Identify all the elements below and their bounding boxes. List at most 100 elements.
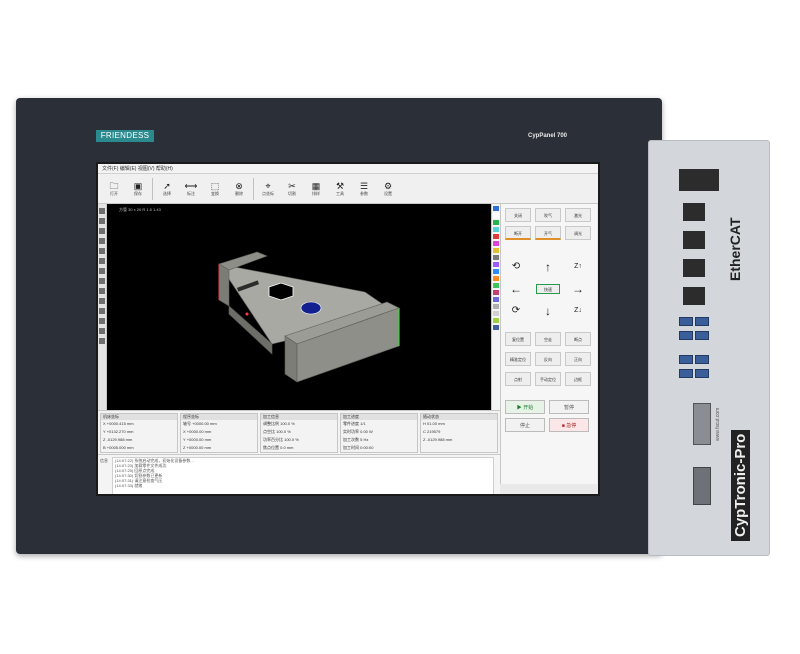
layer-color-swatch[interactable] xyxy=(493,234,499,239)
dimming-button[interactable]: 调光 xyxy=(565,226,591,240)
left-tool-button[interactable] xyxy=(99,318,105,324)
left-tool-button[interactable] xyxy=(99,248,105,254)
part-3d-view xyxy=(218,251,400,383)
return-origin-button[interactable]: 复位置 xyxy=(505,332,531,346)
dry-run-button[interactable]: 空走 xyxy=(535,332,561,346)
left-tool-button[interactable] xyxy=(99,328,105,334)
laser-button[interactable]: 激光 xyxy=(565,208,591,222)
toolbar-tool-button[interactable]: ⚒ 工具 xyxy=(330,177,350,201)
manual-position-button[interactable]: 手动定位 xyxy=(535,372,561,386)
layer-color-swatch[interactable] xyxy=(493,241,499,246)
toolbar-select-button[interactable]: ➚ 选择 xyxy=(157,177,177,201)
layer-color-swatch[interactable] xyxy=(493,262,499,267)
message-log: 信息 (14:07:22) 系统启动完成，初始化设备参数... (14:07:2… xyxy=(98,454,500,494)
part-hex-hole xyxy=(268,282,294,301)
layer-color-swatch[interactable] xyxy=(493,318,499,323)
left-tool-button[interactable] xyxy=(99,218,105,224)
toolbar-delete-button[interactable]: ⊗ 删除 xyxy=(229,177,249,201)
part-marker xyxy=(245,312,249,316)
toolbar-transform-button[interactable]: ⬚ 变换 xyxy=(205,177,225,201)
toolbar-nest-button[interactable]: ▦ 排样 xyxy=(306,177,326,201)
toolbar-dim-button[interactable]: ⟷ 标注 xyxy=(181,177,201,201)
menu-bar[interactable]: 文件(F) 编辑(E) 视图(V) 帮助(H) xyxy=(98,164,598,174)
side-product-label: CypTronic-Pro xyxy=(731,429,750,541)
jog-z-up-button[interactable]: Z↑ xyxy=(571,260,585,274)
serial-port xyxy=(693,467,711,505)
log-label: 信息 xyxy=(100,458,108,463)
toolbar-param-button[interactable]: ☰ 参数 xyxy=(354,177,374,201)
part-slot-hole xyxy=(300,301,322,315)
layer-color-swatch[interactable] xyxy=(493,269,499,274)
jog-left-button[interactable]: ← xyxy=(509,282,523,296)
precise-position-button[interactable]: 精准定位 xyxy=(505,352,531,366)
left-tool-button[interactable] xyxy=(99,228,105,234)
jog-up-button[interactable]: ↑ xyxy=(541,260,555,274)
layer-color-swatch[interactable] xyxy=(493,290,499,295)
toolbar-separator xyxy=(253,177,254,200)
log-body[interactable]: (14:07:22) 系统启动完成，初始化设备参数... (14:07:23) … xyxy=(112,457,494,494)
layer-color-swatch[interactable] xyxy=(493,283,499,288)
jog-speed-toggle[interactable]: 快速 xyxy=(536,284,560,294)
part-right-wall-face xyxy=(284,335,298,383)
gear-icon: ⚙ xyxy=(383,180,393,191)
ethernet-port-3 xyxy=(683,259,705,277)
left-tool-button[interactable] xyxy=(99,278,105,284)
follow-status-box: 随动状态 H 01.00 mm C 219579 Z -0129.988 mm xyxy=(420,413,498,453)
jog-rotate-cw-button[interactable]: ⟳ xyxy=(509,304,523,318)
left-tool-button[interactable] xyxy=(99,258,105,264)
left-tool-button[interactable] xyxy=(99,238,105,244)
toolbar-save-button[interactable]: ▣ 保存 xyxy=(128,177,148,201)
layer-color-swatch[interactable] xyxy=(493,220,499,225)
open-gas-button[interactable]: 开气 xyxy=(535,226,561,240)
hold-button[interactable]: ■ 急停 xyxy=(549,418,589,432)
frame-button[interactable]: 边框 xyxy=(565,372,591,386)
ethernet-port-4 xyxy=(683,287,705,305)
layer-color-swatch[interactable] xyxy=(493,325,499,330)
close-laser-button[interactable]: 关闭 xyxy=(505,208,531,222)
spot-fire-button[interactable]: 点射 xyxy=(505,372,531,386)
side-url-label: www.fscut.com xyxy=(715,407,721,441)
disconnect-button[interactable]: 断开 xyxy=(505,226,531,240)
jog-down-button[interactable]: ↓ xyxy=(541,304,555,318)
left-tool-button[interactable] xyxy=(99,208,105,214)
stop-button[interactable]: 停止 xyxy=(505,418,545,432)
layer-color-swatch[interactable] xyxy=(493,255,499,260)
jog-rotate-ccw-button[interactable]: ⟲ xyxy=(509,260,523,274)
toolbar-settings-button[interactable]: ⚙ 设置 xyxy=(378,177,398,201)
reverse-button[interactable]: 反向 xyxy=(535,352,561,366)
breakpoint-button[interactable]: 断点 xyxy=(565,332,591,346)
param-icon: ☰ xyxy=(359,180,369,191)
toolbar-open-button[interactable]: 🗀 打开 xyxy=(104,177,124,201)
ethercat-label: EtherCAT xyxy=(727,217,743,281)
usb-port-8 xyxy=(695,369,709,378)
left-tool-button[interactable] xyxy=(99,338,105,344)
left-tool-strip xyxy=(98,204,107,410)
usb-port-3 xyxy=(679,331,693,340)
forward-button[interactable]: 正向 xyxy=(565,352,591,366)
blow-gas-button[interactable]: 吹气 xyxy=(535,208,561,222)
layer-color-swatch[interactable] xyxy=(493,311,499,316)
left-tool-button[interactable] xyxy=(99,308,105,314)
nest-icon: ▦ xyxy=(311,180,321,191)
jog-right-button[interactable]: → xyxy=(571,282,585,296)
pause-button[interactable]: 暂停 xyxy=(549,400,589,414)
jog-z-down-button[interactable]: Z↓ xyxy=(571,304,585,318)
layer-color-swatch[interactable] xyxy=(493,304,499,309)
point-icon: ⌖ xyxy=(265,180,271,191)
toolbar-point-button[interactable]: ⌖ 点坐标 xyxy=(258,177,278,201)
drawing-canvas[interactable]: 方管 30 x 20 R 1.5 1.43 xyxy=(107,204,491,410)
toolbar-cut-button[interactable]: ✂ 切割 xyxy=(282,177,302,201)
layer-color-swatch[interactable] xyxy=(493,206,499,211)
brand-logo: FRIENDESS xyxy=(96,130,154,142)
layer-color-swatch[interactable] xyxy=(493,213,499,218)
layer-color-swatch[interactable] xyxy=(493,297,499,302)
left-tool-button[interactable] xyxy=(99,268,105,274)
left-tool-button[interactable] xyxy=(99,298,105,304)
layer-color-swatch[interactable] xyxy=(493,248,499,253)
layer-color-swatch[interactable] xyxy=(493,227,499,232)
power-port xyxy=(679,169,719,191)
layer-color-swatch[interactable] xyxy=(493,276,499,281)
start-button[interactable]: ▶ 开始 xyxy=(505,400,545,414)
model-label: CypPanel 700 xyxy=(528,133,568,139)
left-tool-button[interactable] xyxy=(99,288,105,294)
